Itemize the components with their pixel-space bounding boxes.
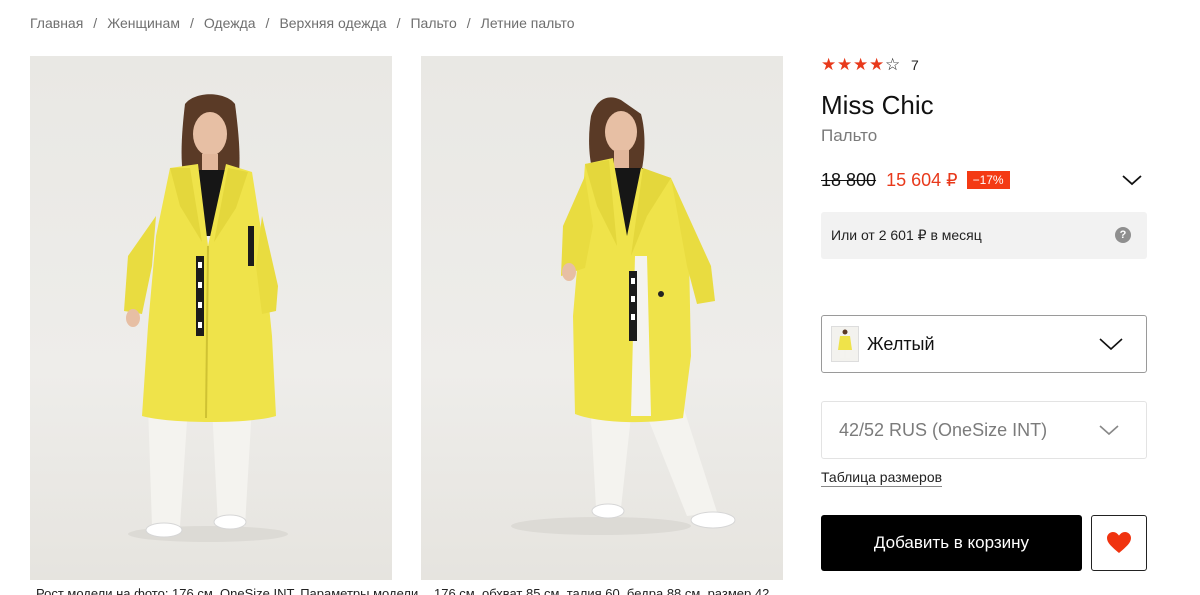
model-illustration: [511, 97, 736, 535]
product-photo-front[interactable]: [30, 56, 392, 580]
star-filled-icon: ★: [821, 55, 837, 74]
breadcrumb-separator: /: [265, 15, 270, 31]
size-value: 42/52 RUS (OneSize INT): [839, 419, 1048, 440]
chevron-down-icon[interactable]: [1121, 172, 1143, 188]
breadcrumb-outerwear[interactable]: Верхняя одежда: [279, 15, 386, 31]
breadcrumb-separator: /: [189, 15, 194, 31]
installment-text: Или от 2 601 ₽ в месяц: [831, 227, 982, 243]
rating[interactable]: ★ ★ ★ ★ ☆ 7: [821, 56, 919, 74]
star-filled-icon: ★: [837, 55, 853, 74]
product-photo-side[interactable]: [421, 56, 783, 580]
add-to-cart-button[interactable]: Добавить в корзину: [821, 515, 1082, 571]
breadcrumb-home[interactable]: Главная: [30, 15, 83, 31]
breadcrumb-separator: /: [396, 15, 401, 31]
color-select[interactable]: Желтый: [821, 315, 1147, 373]
star-filled-icon: ★: [853, 55, 869, 74]
breadcrumb-coats[interactable]: Пальто: [410, 15, 456, 31]
star-empty-icon: ☆: [885, 55, 901, 74]
price-row: 18 800 15 604 ₽ −17%: [821, 168, 1147, 192]
breadcrumb-separator: /: [466, 15, 471, 31]
heart-icon: [1107, 532, 1131, 553]
chevron-down-icon: [1099, 338, 1123, 351]
model-illustration: [124, 94, 288, 542]
rating-count[interactable]: 7: [911, 57, 919, 73]
breadcrumb-women[interactable]: Женщинам: [107, 15, 180, 31]
brand-name[interactable]: Miss Chic: [821, 90, 934, 121]
product-type: Пальто: [821, 126, 878, 145]
question-icon[interactable]: ?: [1115, 227, 1131, 243]
breadcrumb-summer-coats[interactable]: Летние пальто: [481, 15, 575, 31]
star-filled-icon: ★: [869, 55, 885, 74]
photo-caption: 176 см, обхват 85 см, талия 60, бедра 88…: [434, 586, 770, 595]
color-name: Желтый: [867, 333, 935, 354]
coat-thumbnail-icon: [838, 329, 852, 358]
size-table-link[interactable]: Таблица размеров: [821, 469, 943, 487]
breadcrumb: Главная / Женщинам / Одежда / Верхняя од…: [30, 14, 575, 32]
breadcrumb-separator: /: [93, 15, 98, 31]
breadcrumb-clothing[interactable]: Одежда: [204, 15, 256, 31]
favorite-button[interactable]: [1091, 515, 1147, 571]
photo-caption: Рост модели на фото: 176 см, OneSize INT…: [36, 586, 419, 595]
chevron-down-icon: [1099, 425, 1119, 436]
sale-price: 15 604 ₽: [886, 169, 958, 190]
old-price: 18 800: [821, 169, 877, 190]
color-swatch-thumbnail: [831, 326, 859, 362]
installment-banner[interactable]: Или от 2 601 ₽ в месяц ?: [821, 212, 1147, 259]
size-select[interactable]: 42/52 RUS (OneSize INT): [821, 401, 1147, 459]
discount-badge: −17%: [966, 171, 1010, 189]
